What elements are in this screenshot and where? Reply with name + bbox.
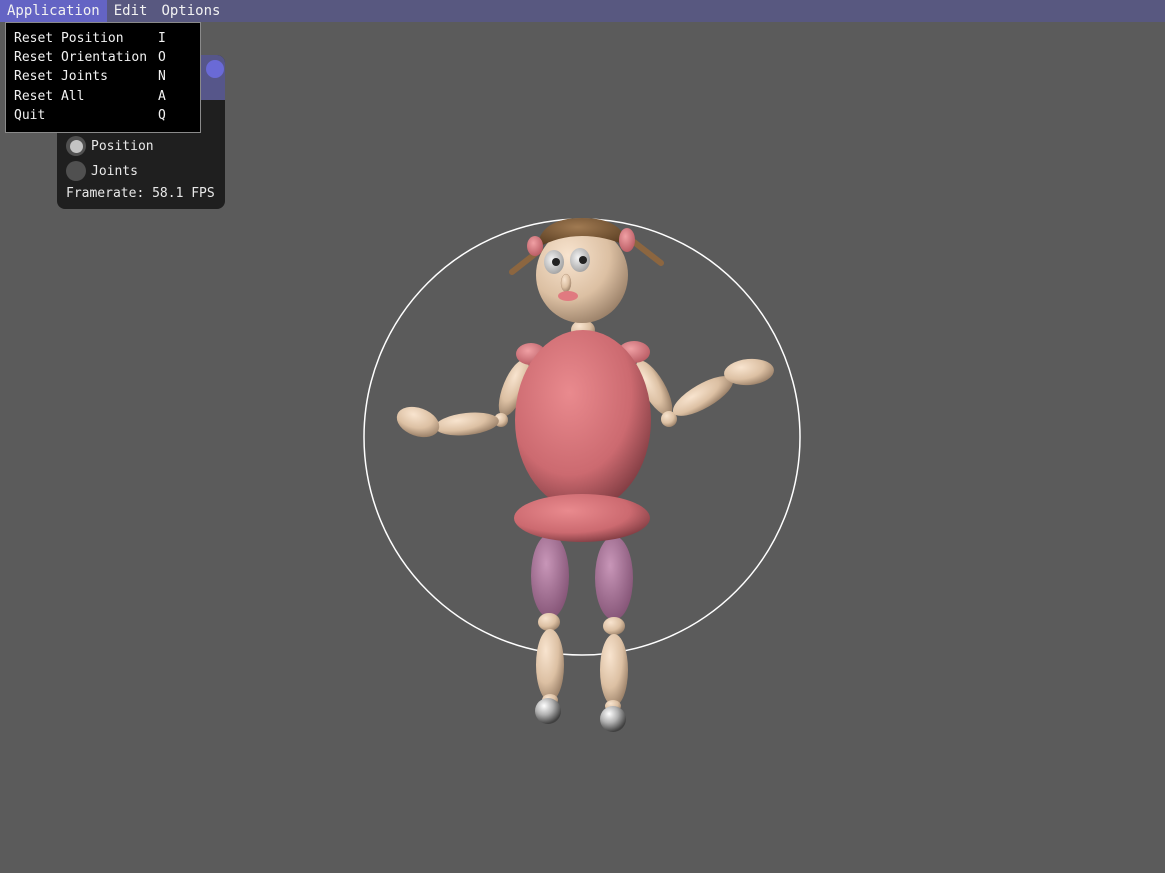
right-thigh <box>595 536 633 620</box>
menu-item-reset-all[interactable]: Reset All A <box>14 87 194 106</box>
menu-bar: Application Edit Options <box>0 0 1165 22</box>
application-menu-dropdown: Reset Position I Reset Orientation O Res… <box>5 22 201 133</box>
nose <box>560 273 572 293</box>
right-foot <box>600 706 626 732</box>
framerate-readout: Framerate: 58.1 FPS <box>66 186 215 201</box>
mouth <box>558 291 578 301</box>
torso <box>515 330 651 510</box>
left-thigh <box>531 534 569 618</box>
menu-item-label: Reset All <box>14 89 85 104</box>
viewport-3d[interactable]: Application Edit Options Position Joints… <box>0 0 1165 873</box>
menu-item-shortcut: O <box>158 50 166 65</box>
menu-item-reset-orientation[interactable]: Reset Orientation O <box>14 48 194 67</box>
menu-item-label: Reset Orientation <box>14 50 148 65</box>
menu-item-shortcut: N <box>158 69 166 84</box>
left-hand <box>396 406 440 438</box>
left-foot <box>535 698 561 724</box>
left-knee <box>538 613 560 631</box>
menu-edit[interactable]: Edit <box>107 0 155 22</box>
radio-button-joints[interactable] <box>66 161 86 181</box>
left-bow <box>527 236 543 256</box>
radio-label-joints: Joints <box>91 163 138 179</box>
menu-item-quit[interactable]: Quit Q <box>14 106 194 125</box>
menu-item-shortcut: A <box>158 89 166 104</box>
right-calf <box>600 634 628 706</box>
menu-item-reset-joints[interactable]: Reset Joints N <box>14 67 194 86</box>
menu-item-shortcut: Q <box>158 108 166 123</box>
menu-item-label: Reset Joints <box>14 69 108 84</box>
radio-joints[interactable]: Joints <box>66 161 138 181</box>
collapse-icon[interactable] <box>206 60 224 78</box>
menu-options[interactable]: Options <box>154 0 227 22</box>
radio-button-position[interactable] <box>66 136 86 156</box>
right-pupil <box>579 256 587 264</box>
left-forearm <box>435 412 499 436</box>
right-pigtail <box>631 239 664 266</box>
radio-selected-dot <box>69 139 83 153</box>
menu-item-shortcut: I <box>158 31 166 46</box>
left-calf <box>536 629 564 701</box>
right-bow <box>619 228 635 252</box>
hip <box>514 494 650 542</box>
radio-position[interactable]: Position <box>66 136 154 156</box>
right-knee <box>603 617 625 635</box>
left-pupil <box>552 258 560 266</box>
menu-item-reset-position[interactable]: Reset Position I <box>14 29 194 48</box>
menu-item-label: Reset Position <box>14 31 124 46</box>
menu-application[interactable]: Application <box>0 0 107 22</box>
radio-label-position: Position <box>91 138 154 154</box>
menu-item-label: Quit <box>14 108 46 123</box>
